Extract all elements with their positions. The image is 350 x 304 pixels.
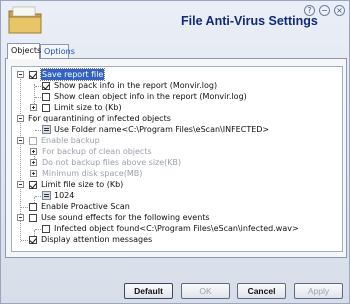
- tree-item-quarantine[interactable]: For quarantining of infected objects: [14, 113, 334, 124]
- use-folder-label: Use Folder name<C:\Program Files\eScan\I…: [54, 125, 270, 134]
- limit-size-report-label: Limit size to (Kb): [54, 103, 122, 112]
- collapse-icon[interactable]: [17, 137, 24, 144]
- enable-backup-label: Enable backup: [41, 136, 100, 145]
- show-clean-label: Show clean object info in the report (Mo…: [54, 92, 247, 101]
- tab-options[interactable]: Options: [40, 44, 75, 58]
- tree-item-min-disk[interactable]: Minimum disk space(MB): [14, 168, 334, 179]
- expand-icon[interactable]: [30, 159, 37, 166]
- show-clean-checkbox[interactable]: [42, 93, 50, 101]
- proactive-checkbox[interactable]: [29, 203, 37, 211]
- window-title: File Anti-Virus Settings: [181, 14, 318, 28]
- min-disk-label: Minimum disk space(MB): [42, 169, 143, 178]
- enable-backup-checkbox[interactable]: [29, 137, 37, 145]
- edit-setting-icon[interactable]: [42, 125, 51, 134]
- tree-item-infected-sound[interactable]: Infected object found<C:\Program Files\e…: [14, 223, 334, 234]
- limit-file-size-label: Limit file size to (Kb): [41, 180, 124, 189]
- expand-icon[interactable]: [30, 148, 37, 155]
- limit-value-label: 1024: [54, 191, 75, 200]
- proactive-label: Enable Proactive Scan: [41, 202, 130, 211]
- collapse-icon[interactable]: [17, 181, 24, 188]
- settings-panel: Save report file Show pack info in the r…: [5, 58, 347, 258]
- save-report-checkbox[interactable]: [29, 71, 37, 79]
- infected-sound-label: Infected object found<C:\Program Files\e…: [54, 224, 299, 233]
- quarantine-label: For quarantining of infected objects: [28, 114, 171, 123]
- show-pack-label: Show pack info in the report (Monvir.log…: [54, 81, 218, 90]
- expand-icon[interactable]: [30, 170, 37, 177]
- attention-label: Display attention messages: [41, 235, 153, 244]
- tree-item-sound[interactable]: Use sound effects for the following even…: [14, 212, 334, 223]
- backup-clean-label: For backup of clean objects: [42, 147, 152, 156]
- tree-item-attention[interactable]: Display attention messages: [14, 234, 334, 245]
- save-report-label: Save report file: [39, 68, 106, 81]
- tree-item-limit-file-size[interactable]: Limit file size to (Kb): [14, 179, 334, 190]
- tree-item-limit-value[interactable]: 1024: [14, 190, 334, 201]
- settings-window: File Anti-Virus Settings ? − × Objects O…: [0, 0, 350, 304]
- sound-checkbox[interactable]: [29, 214, 37, 222]
- tree-item-show-pack[interactable]: Show pack info in the report (Monvir.log…: [14, 80, 334, 91]
- infected-sound-checkbox[interactable]: [42, 225, 50, 233]
- close-button[interactable]: ×: [334, 5, 345, 16]
- apply-button[interactable]: Apply: [294, 283, 343, 299]
- title-bar: File Anti-Virus Settings ? − ×: [1, 1, 349, 39]
- show-pack-checkbox[interactable]: [42, 82, 50, 90]
- tree-item-show-clean[interactable]: Show clean object info in the report (Mo…: [14, 91, 334, 102]
- tab-objects[interactable]: Objects: [7, 43, 41, 59]
- no-backup-size-label: Do not backup files above size(KB): [42, 158, 182, 167]
- options-tree: Save report file Show pack info in the r…: [11, 66, 343, 252]
- help-button[interactable]: ?: [304, 5, 315, 16]
- tree-item-backup-clean[interactable]: For backup of clean objects: [14, 146, 334, 157]
- edit-setting-icon[interactable]: [42, 191, 51, 200]
- minimize-button[interactable]: −: [319, 5, 330, 16]
- cancel-button[interactable]: Cancel: [237, 283, 286, 299]
- collapse-icon[interactable]: [17, 71, 24, 78]
- ok-button[interactable]: OK: [181, 283, 230, 299]
- tree-item-no-backup-size[interactable]: Do not backup files above size(KB): [14, 157, 334, 168]
- collapse-icon[interactable]: [17, 214, 24, 221]
- limit-file-size-checkbox[interactable]: [29, 181, 37, 189]
- tree-item-save-report[interactable]: Save report file: [14, 68, 334, 81]
- tree-item-limit-size-report[interactable]: Limit size to (Kb): [14, 102, 334, 113]
- limit-size-report-checkbox[interactable]: [42, 104, 50, 112]
- tree-item-enable-backup[interactable]: Enable backup: [14, 135, 334, 146]
- sound-label: Use sound effects for the following even…: [41, 213, 210, 222]
- default-button[interactable]: Default: [124, 283, 173, 299]
- expand-icon[interactable]: [30, 104, 37, 111]
- folder-icon: [8, 6, 42, 34]
- attention-checkbox[interactable]: [29, 236, 37, 244]
- collapse-icon[interactable]: [17, 115, 24, 122]
- tree-item-proactive[interactable]: Enable Proactive Scan: [14, 201, 334, 212]
- tree-item-use-folder[interactable]: Use Folder name<C:\Program Files\eScan\I…: [14, 124, 334, 135]
